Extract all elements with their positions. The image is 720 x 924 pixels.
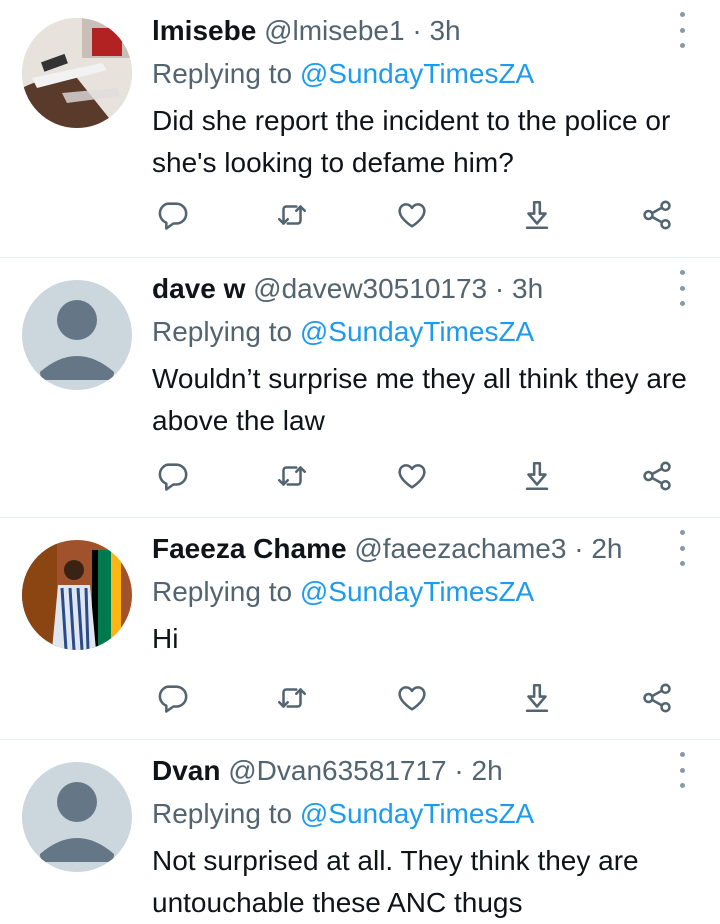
tweet-text: Did she report the incident to the polic… [152,105,671,178]
mention-link[interactable]: @SundayTimesZA [300,576,534,607]
reply-icon[interactable] [152,456,192,496]
user-handle[interactable]: @davew30510173 [253,273,487,304]
more-options-icon[interactable] [672,12,692,48]
avatar[interactable] [22,540,132,650]
user-handle[interactable]: @faeezachame3 [354,533,566,564]
like-icon[interactable] [392,678,432,718]
tweet-header: Faeeza Chame @faeezachame3 · 2h [152,532,622,566]
replying-to: Replying to @SundayTimesZA [152,315,534,349]
display-name[interactable]: dave w [152,273,245,304]
tweet-item[interactable]: Dvan @Dvan63581717 · 2h Replying to @Sun… [0,740,720,921]
download-icon[interactable] [517,195,557,235]
avatar[interactable] [22,762,132,872]
timestamp[interactable]: 3h [512,273,543,304]
retweet-icon[interactable] [272,678,312,718]
display-name[interactable]: lmisebe [152,15,256,46]
tweet-item[interactable]: dave w @davew30510173 · 3h Replying to @… [0,258,720,518]
replying-label: Replying to [152,316,300,347]
mention-link[interactable]: @SundayTimesZA [300,798,534,829]
tweet-item[interactable]: lmisebe @lmisebe1 · 3h Replying to @Sund… [0,0,720,258]
timestamp[interactable]: 2h [591,533,622,564]
share-icon[interactable] [637,195,677,235]
tweet-text: Hi [152,623,179,654]
separator-dot: · [454,755,464,786]
more-options-icon[interactable] [672,752,692,788]
avatar[interactable] [22,18,132,128]
replying-to: Replying to @SundayTimesZA [152,57,534,91]
share-icon[interactable] [637,456,677,496]
mention-link[interactable]: @SundayTimesZA [300,316,534,347]
timestamp[interactable]: 2h [472,755,503,786]
retweet-icon[interactable] [272,195,312,235]
user-handle[interactable]: @lmisebe1 [264,15,404,46]
replying-to: Replying to @SundayTimesZA [152,575,534,609]
display-name[interactable]: Dvan [152,755,220,786]
replying-to: Replying to @SundayTimesZA [152,797,534,831]
tweet-item[interactable]: Faeeza Chame @faeezachame3 · 2h Replying… [0,518,720,740]
like-icon[interactable] [392,456,432,496]
mention-link[interactable]: @SundayTimesZA [300,58,534,89]
share-icon[interactable] [637,678,677,718]
separator-dot: · [494,273,505,304]
replying-label: Replying to [152,798,300,829]
tweet-text: Wouldn’t surprise me they all think they… [152,363,687,436]
avatar[interactable] [22,280,132,390]
retweet-icon[interactable] [272,456,312,496]
tweet-header: lmisebe @lmisebe1 · 3h [152,14,461,48]
more-options-icon[interactable] [672,530,692,566]
separator-dot: · [412,15,422,46]
download-icon[interactable] [517,678,557,718]
action-bar [152,456,682,496]
like-icon[interactable] [392,195,432,235]
reply-feed: lmisebe @lmisebe1 · 3h Replying to @Sund… [0,0,720,921]
user-handle[interactable]: @Dvan63581717 [228,755,446,786]
separator-dot: · [574,533,584,564]
tweet-header: Dvan @Dvan63581717 · 2h [152,754,503,788]
download-icon[interactable] [517,456,557,496]
reply-icon[interactable] [152,195,192,235]
replying-label: Replying to [152,576,300,607]
tweet-text: Not surprised at all. They think they ar… [152,845,639,918]
action-bar [152,195,682,235]
reply-icon[interactable] [152,678,192,718]
more-options-icon[interactable] [672,270,692,306]
timestamp[interactable]: 3h [429,15,460,46]
replying-label: Replying to [152,58,300,89]
tweet-header: dave w @davew30510173 · 3h [152,272,543,306]
display-name[interactable]: Faeeza Chame [152,533,347,564]
action-bar [152,678,682,718]
